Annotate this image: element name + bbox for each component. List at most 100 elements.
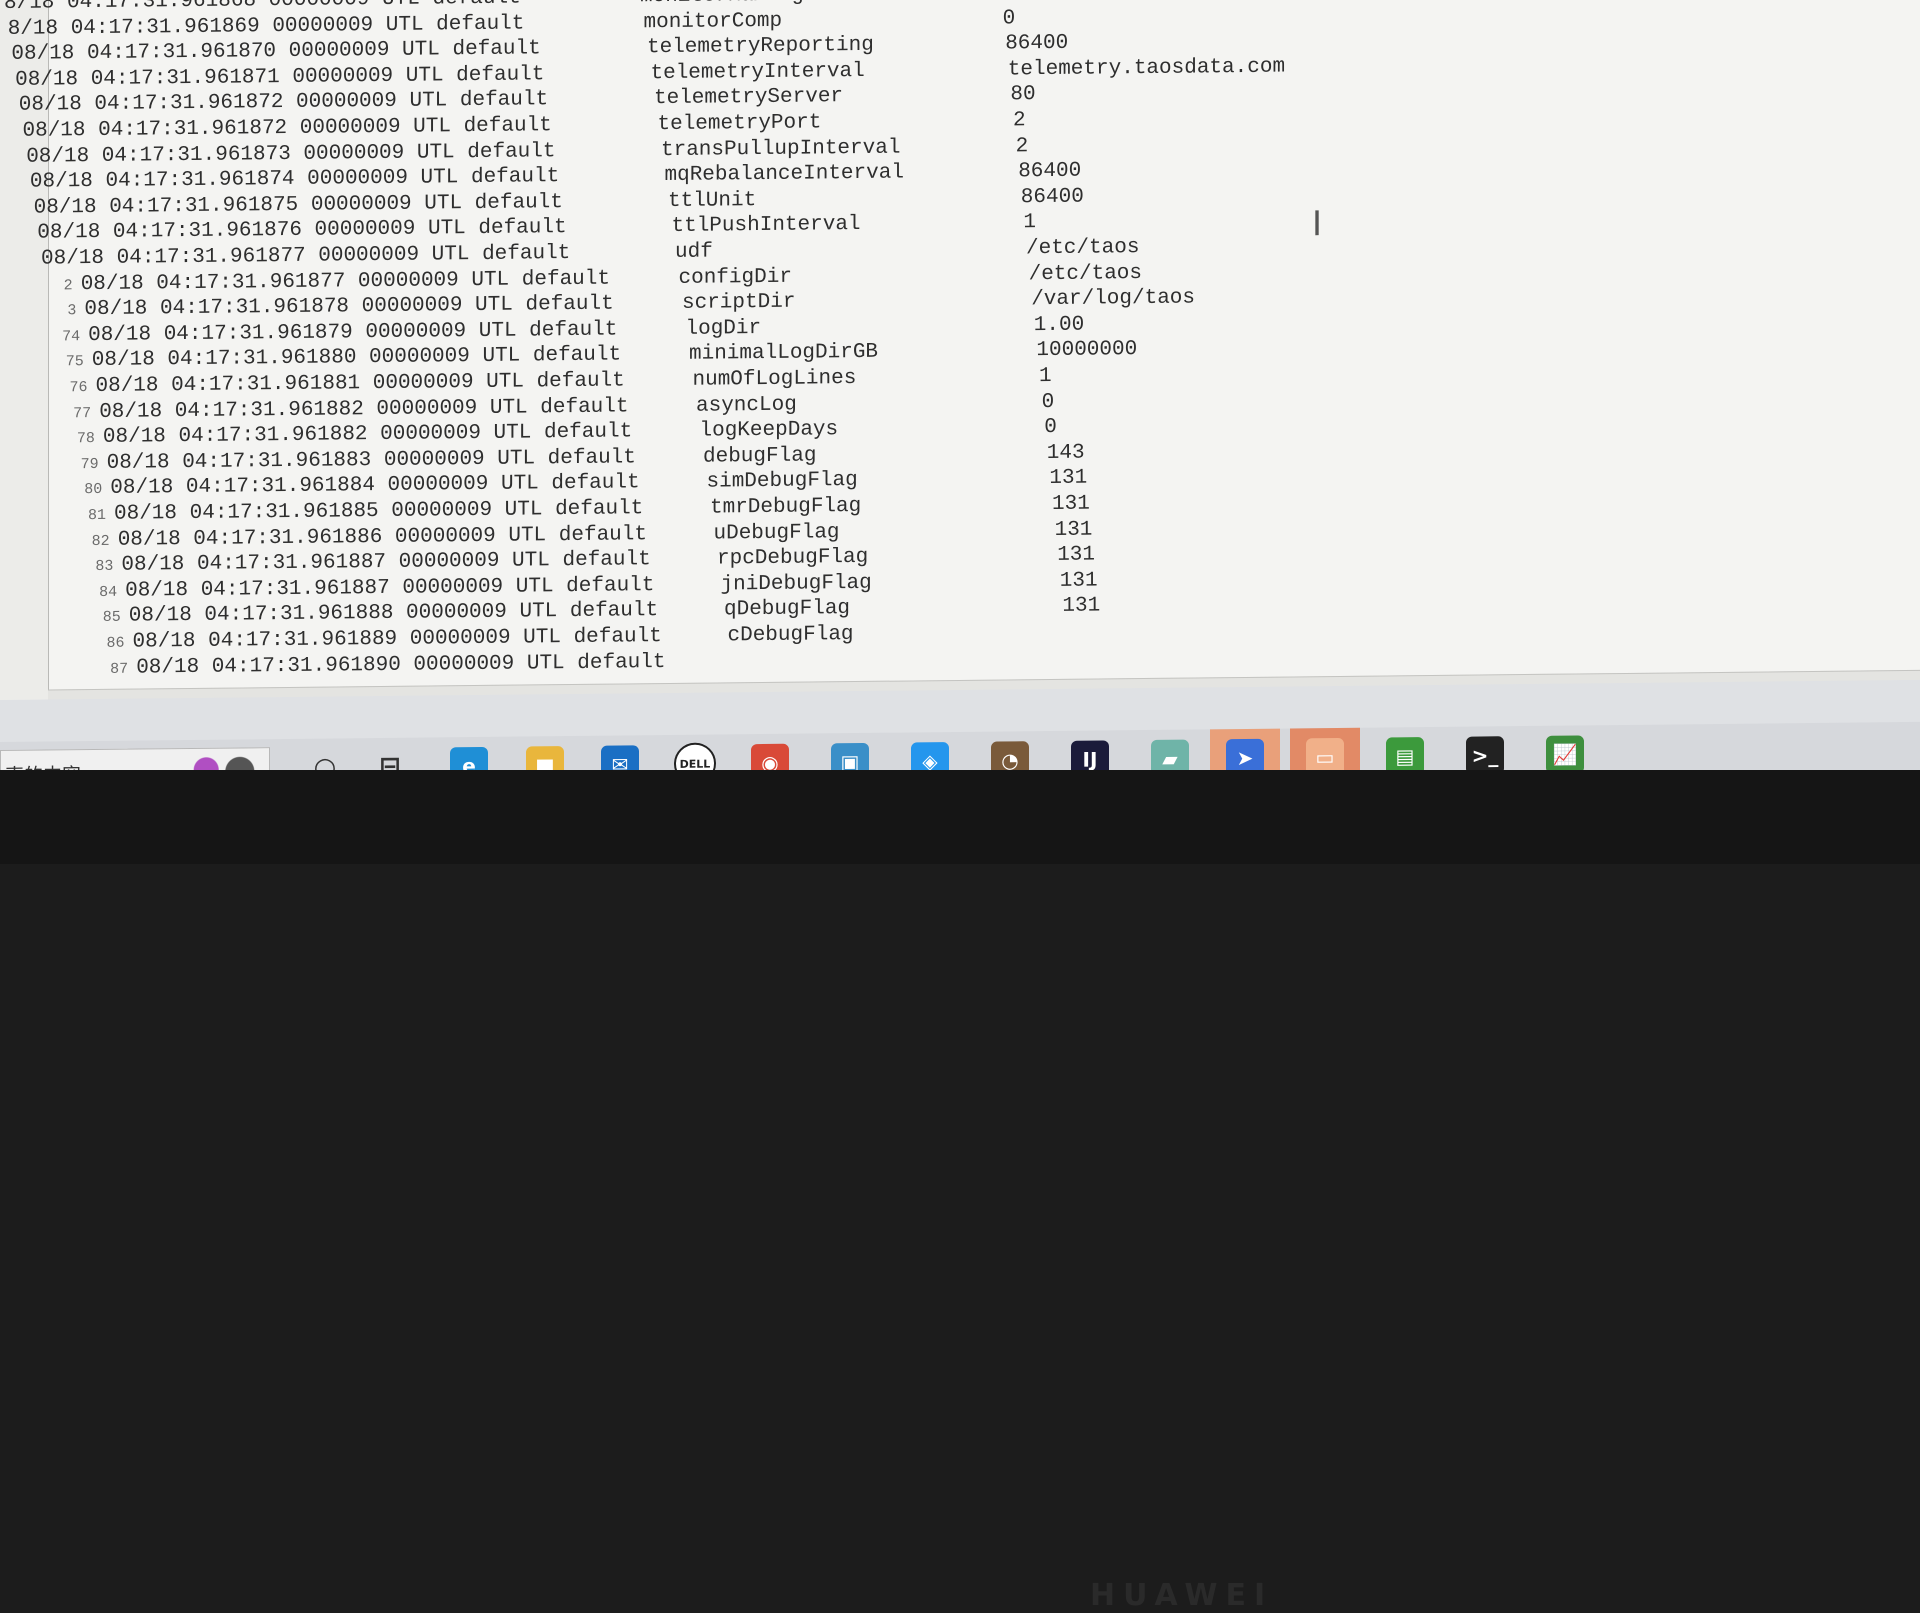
config-key: cDebugFlag <box>728 623 854 647</box>
log-prefix: 08/18 04:17:31.961872 00000009 UTL defau… <box>23 114 552 143</box>
config-value: 2 <box>1013 109 1026 132</box>
config-key: rpcDebugFlag <box>717 546 868 571</box>
log-prefix: 08/18 04:17:31.961875 00000009 UTL defau… <box>34 191 563 220</box>
config-value: 131 <box>1062 595 1100 618</box>
config-key: logDir <box>686 317 762 341</box>
log-prefix: 08/18 04:17:31.961880 00000009 UTL defau… <box>92 344 621 373</box>
log-prefix: 08/18 04:17:31.961887 00000009 UTL defau… <box>121 548 650 577</box>
log-prefix: 08/18 04:17:31.961886 00000009 UTL defau… <box>118 523 647 552</box>
config-key: logKeepDays <box>700 418 839 442</box>
config-value: /var/log/taos <box>1031 287 1195 312</box>
line-number: 3 <box>32 302 76 319</box>
line-number: 76 <box>44 379 88 396</box>
log-prefix: 08/18 04:17:31.961884 00000009 UTL defau… <box>110 472 639 501</box>
line-number: 85 <box>77 609 121 626</box>
config-value: 1 <box>1023 212 1036 235</box>
config-value: 0 <box>1003 7 1016 30</box>
config-key: ttlUnit <box>668 189 756 213</box>
config-value: 0 <box>1044 416 1057 439</box>
line-number: 74 <box>36 328 80 345</box>
config-key: configDir <box>679 265 792 289</box>
line-number: 84 <box>73 584 117 601</box>
log-prefix: 08/18 04:17:31.961877 00000009 UTL defau… <box>81 267 610 296</box>
config-key: mqRebalanceInterval <box>665 162 904 188</box>
line-number: 79 <box>55 456 99 473</box>
line-number: 83 <box>69 558 113 575</box>
config-key: simDebugFlag <box>707 469 858 494</box>
log-prefix: 08/18 04:17:31.961888 00000009 UTL defau… <box>129 599 658 628</box>
log-prefix: 08/18 04:17:31.961876 00000009 UTL defau… <box>37 216 566 245</box>
config-key: uDebugFlag <box>714 521 840 545</box>
line-number: 77 <box>47 405 91 422</box>
config-value: 2 <box>1016 135 1029 158</box>
config-key: telemetryInterval <box>651 60 865 85</box>
config-value: 10000000 <box>1036 338 1137 362</box>
monitor-brand-logo: HUAWEI <box>1090 1578 1273 1613</box>
config-value: telemetry.taosdata.com <box>1008 55 1285 81</box>
config-key: telemetryServer <box>654 86 843 111</box>
config-value: 1.00 <box>1034 313 1084 337</box>
config-key: udf <box>675 241 713 264</box>
log-prefix: 08/18 04:17:31.961872 00000009 UTL defau… <box>19 89 548 118</box>
log-prefix: 08/18 04:17:31.961879 00000009 UTL defau… <box>88 318 617 347</box>
config-value: 86400 <box>1005 32 1068 56</box>
config-key: ttlPushInterval <box>672 213 861 238</box>
log-prefix: 08/18 04:17:31.961870 00000009 UTL defau… <box>11 38 540 67</box>
config-value: 131 <box>1052 493 1090 516</box>
log-prefix: 08/18 04:17:31.961881 00000009 UTL defau… <box>96 369 625 398</box>
line-number: 78 <box>51 430 95 447</box>
log-prefix: 08/18 04:17:31.961883 00000009 UTL defau… <box>107 446 636 475</box>
config-key: jniDebugFlag <box>721 572 872 597</box>
line-number: 80 <box>58 481 102 498</box>
config-value: 0 <box>1000 0 1013 5</box>
config-value: 0 <box>1042 391 1055 414</box>
config-key: monitorComp <box>644 9 783 33</box>
config-value: 1 <box>1039 365 1052 388</box>
terminal-icon: >_ <box>1466 736 1504 774</box>
config-value: 143 <box>1047 441 1085 464</box>
config-value: 80 <box>1010 84 1035 107</box>
config-value: 86400 <box>1021 185 1084 209</box>
config-key: monitorMaxLogs <box>640 0 816 8</box>
log-prefix: 08/18 04:17:31.961877 00000009 UTL defau… <box>41 242 570 271</box>
config-value: /etc/taos <box>1026 236 1139 260</box>
config-value: 131 <box>1057 544 1095 567</box>
config-key: tmrDebugFlag <box>710 495 861 520</box>
config-key: telemetryReporting <box>647 34 874 59</box>
config-key: minimalLogDirGB <box>689 341 878 366</box>
config-key: transPullupInterval <box>661 136 900 162</box>
line-number: 82 <box>66 532 110 549</box>
screen: 8/18 04:17:31.961868 00000009 UTL defaul… <box>0 0 1920 796</box>
config-key: asyncLog <box>696 393 797 417</box>
log-prefix: 08/18 04:17:31.961878 00000009 UTL defau… <box>84 293 613 322</box>
log-prefix: 08/18 04:17:31.961885 00000009 UTL defau… <box>114 497 643 526</box>
config-value: 131 <box>1049 467 1087 490</box>
log-prefix: 8/18 04:17:31.961869 00000009 UTL defaul… <box>8 12 525 40</box>
line-number: 81 <box>62 507 106 524</box>
config-key: qDebugFlag <box>724 597 850 621</box>
log-prefix: 08/18 04:17:31.961882 00000009 UTL defau… <box>103 421 632 450</box>
config-value: /etc/taos <box>1029 262 1142 286</box>
config-key: scriptDir <box>682 291 795 315</box>
config-value: 131 <box>1055 518 1093 541</box>
log-prefix: 08/18 04:17:31.961874 00000009 UTL defau… <box>30 165 559 194</box>
config-key: numOfLogLines <box>693 367 857 392</box>
config-key: telemetryPort <box>658 111 822 136</box>
text-editor[interactable]: 8/18 04:17:31.961868 00000009 UTL defaul… <box>0 0 1920 722</box>
line-number: 86 <box>81 635 125 652</box>
text-cursor-icon: I <box>1312 204 1322 244</box>
line-number: 87 <box>84 660 128 677</box>
line-number: 2 <box>29 277 73 294</box>
monitor-bezel: HUAWEI <box>0 770 1920 864</box>
log-prefix: 08/18 04:17:31.961890 00000009 UTL defau… <box>136 651 665 680</box>
taskbar-apps: ○⊟e▆✉DELL◉▣◈◔IJ▰➤▭▤>_📈 <box>0 722 1920 742</box>
log-prefix: 08/18 04:17:31.961882 00000009 UTL defau… <box>99 395 628 424</box>
line-number: 75 <box>40 354 84 371</box>
chart-app-icon: 📈 <box>1546 735 1584 773</box>
log-prefix: 08/18 04:17:31.961873 00000009 UTL defau… <box>26 140 555 169</box>
log-prefix: 08/18 04:17:31.961871 00000009 UTL defau… <box>15 63 544 92</box>
log-prefix: 08/18 04:17:31.961889 00000009 UTL defau… <box>133 625 662 654</box>
config-key: debugFlag <box>703 444 816 468</box>
config-value: 86400 <box>1018 160 1081 184</box>
log-prefix: 08/18 04:17:31.961887 00000009 UTL defau… <box>125 574 654 603</box>
